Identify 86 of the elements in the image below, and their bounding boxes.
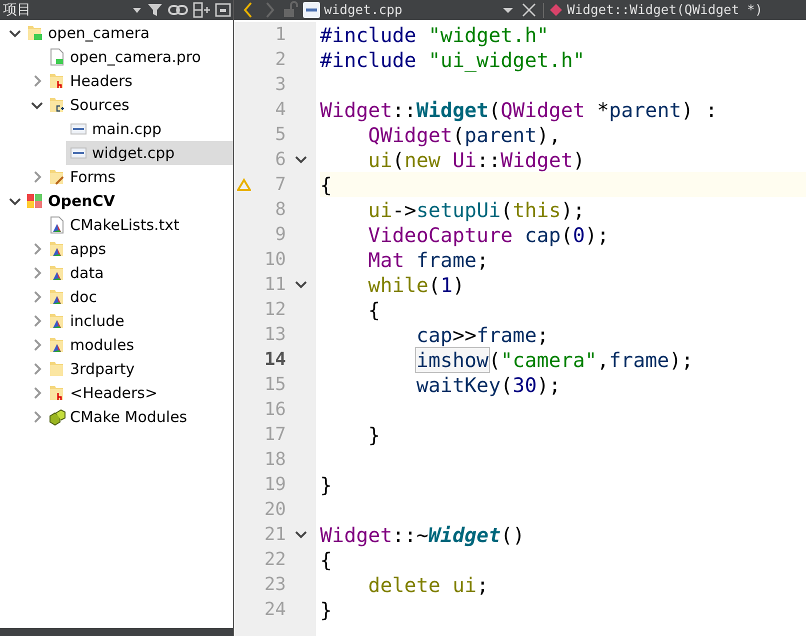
- line-number: 6: [274, 149, 286, 170]
- cubes-icon: [48, 408, 66, 426]
- tree-item[interactable]: <Headers>: [0, 381, 233, 405]
- line-number: 14: [263, 349, 286, 370]
- tree-item[interactable]: Headers: [0, 69, 233, 93]
- file-name[interactable]: widget.cpp: [324, 2, 499, 18]
- line-number: 3: [274, 74, 286, 95]
- tree-item[interactable]: CMake Modules: [0, 405, 233, 429]
- tree-item[interactable]: main.cpp: [0, 117, 233, 141]
- file-icon: [48, 216, 66, 234]
- line-number: 17: [263, 424, 286, 445]
- code-line: Mat frame;: [367, 248, 489, 272]
- line-number: 24: [263, 599, 286, 620]
- code-line: {: [320, 172, 332, 196]
- folder-icon: [48, 96, 66, 114]
- line-number: 5: [274, 124, 286, 145]
- tree-item[interactable]: Forms: [0, 165, 233, 189]
- line-number: 21: [263, 524, 286, 545]
- tree-item[interactable]: data: [0, 261, 233, 285]
- file-icon: [302, 0, 322, 20]
- code-line: delete ui;: [367, 572, 489, 596]
- code-line: {: [367, 298, 380, 322]
- line-number: 1: [274, 24, 286, 45]
- tree-item[interactable]: doc: [0, 285, 233, 309]
- panel-title: 项目: [3, 1, 31, 19]
- folder-icon: [48, 312, 66, 330]
- code-line: cap>>frame;: [415, 322, 549, 346]
- folder-icon: [48, 360, 66, 378]
- line-number: 7: [274, 174, 286, 195]
- symbol-selector[interactable]: Widget::Widget(QWidget *): [543, 2, 763, 18]
- folder-icon: [48, 384, 66, 402]
- tree-item[interactable]: apps: [0, 237, 233, 261]
- folder-icon: [26, 24, 44, 42]
- diamond-icon: [549, 3, 563, 17]
- code-line: waitKey(30);: [415, 372, 561, 396]
- folder-icon: [48, 240, 66, 258]
- line-number: 18: [263, 449, 286, 470]
- code-line: imshow("camera",frame);: [415, 348, 694, 372]
- line-number: 9: [274, 224, 286, 245]
- tree-item[interactable]: widget.cpp: [66, 141, 233, 165]
- tree-item[interactable]: Sources: [0, 93, 233, 117]
- folder-icon: [48, 336, 66, 354]
- line-number: 8: [274, 199, 286, 220]
- code-line: }: [320, 598, 332, 622]
- fold-icon[interactable]: [295, 154, 307, 166]
- code-line: ui(new Ui::Widget): [367, 148, 585, 172]
- tree-item[interactable]: OpenCV: [0, 189, 233, 213]
- file-icon: [48, 48, 66, 66]
- line-number: 20: [263, 499, 286, 520]
- folder-icon: [48, 264, 66, 282]
- line-number: 19: [263, 474, 286, 495]
- line-number: 2: [274, 49, 286, 70]
- folder-icon: [48, 288, 66, 306]
- line-number: 13: [263, 324, 286, 345]
- project-icon: [26, 192, 44, 210]
- tree-item[interactable]: include: [0, 309, 233, 333]
- code-line: Widget::Widget(QWidget *parent) :: [320, 98, 718, 122]
- line-number: 4: [274, 99, 286, 120]
- line-number: 12: [263, 299, 286, 320]
- code-line: {: [320, 548, 332, 572]
- tree-item[interactable]: 3rdparty: [0, 357, 233, 381]
- fold-icon[interactable]: [295, 278, 307, 290]
- line-number: 11: [263, 274, 286, 295]
- lock-icon: [282, 0, 300, 20]
- line-number: 16: [263, 399, 286, 420]
- line-number: 15: [263, 374, 286, 395]
- fold-icon[interactable]: [295, 528, 307, 540]
- folder-icon: [48, 168, 66, 186]
- code-line: VideoCapture cap(0);: [367, 222, 610, 246]
- code-line: Widget::~Widget(): [320, 522, 525, 546]
- line-number: 22: [263, 549, 286, 570]
- code-line: QWidget(parent),: [367, 122, 561, 146]
- code-line: while(1): [367, 272, 465, 296]
- line-number: 23: [263, 574, 286, 595]
- folder-icon: [48, 72, 66, 90]
- line-number: 10: [263, 249, 286, 270]
- split-icon[interactable]: [191, 0, 211, 20]
- code-line: ui->setupUi(this);: [367, 198, 585, 222]
- tree-item[interactable]: open_camera.pro: [0, 45, 233, 69]
- tree-item[interactable]: open_camera: [0, 21, 233, 45]
- tree-item[interactable]: modules: [0, 333, 233, 357]
- code-line: }: [367, 422, 380, 446]
- tree-item[interactable]: CMakeLists.txt: [0, 213, 233, 237]
- code-line: }: [320, 472, 332, 496]
- code-line: #include "widget.h": [320, 22, 549, 46]
- code-line: #include "ui_widget.h": [320, 48, 585, 72]
